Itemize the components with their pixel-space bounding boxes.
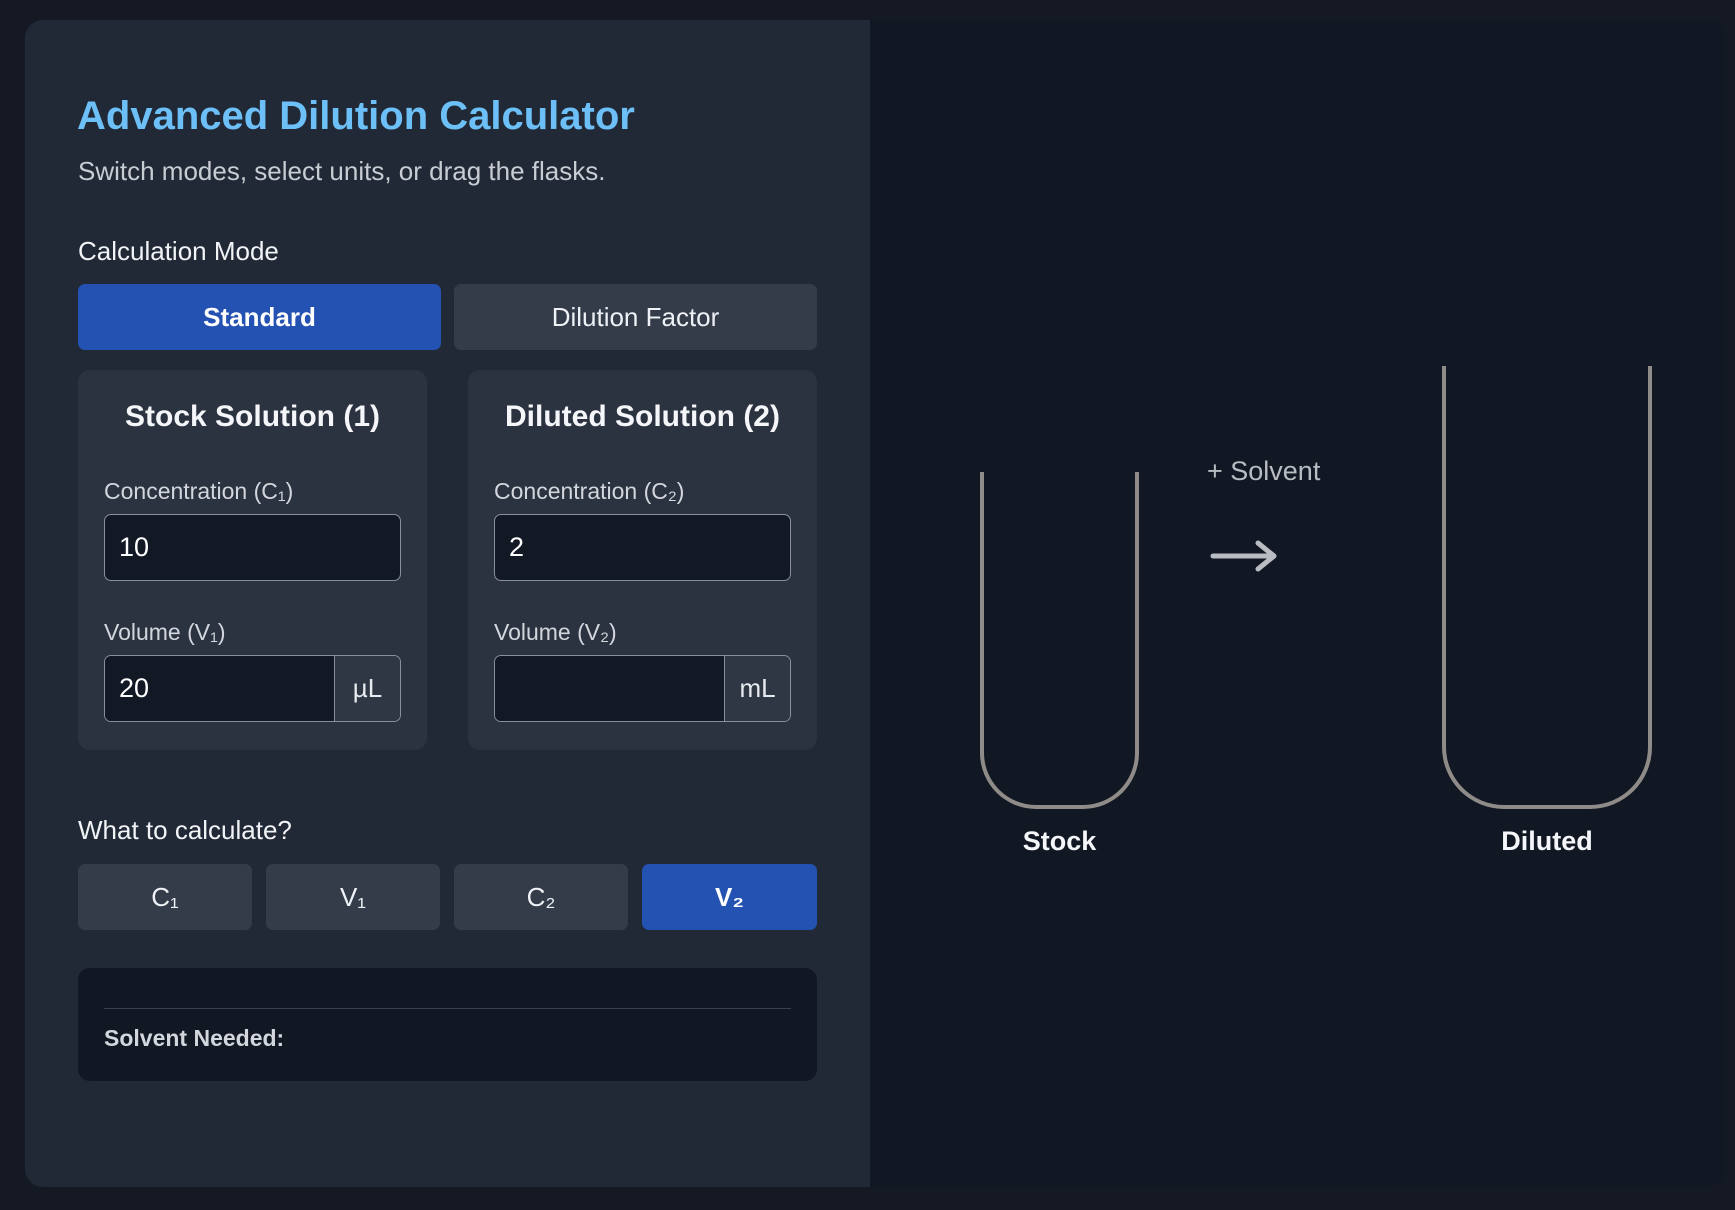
stock-solution-title: Stock Solution (1) (125, 400, 380, 433)
stock-flask-label: Stock (1022, 826, 1097, 856)
result-box: Solvent Needed: (78, 968, 817, 1081)
calculate-c2-button[interactable]: C₂ (454, 864, 628, 930)
solvent-needed-label: Solvent Needed: (104, 1025, 285, 1051)
stock-volume-unit-select[interactable]: µL (334, 656, 400, 721)
stock-volume-field: µL (104, 655, 401, 722)
solvent-text: + Solvent (1207, 456, 1321, 486)
diluted-concentration-input[interactable] (494, 514, 791, 581)
calculation-mode-label: Calculation Mode (78, 236, 279, 266)
diluted-solution-title: Diluted Solution (2) (505, 400, 780, 433)
app-window: Advanced Dilution Calculator Switch mode… (25, 20, 1725, 1187)
diluted-volume-label: Volume (V₂) (494, 619, 617, 645)
calculate-c1-button[interactable]: C₁ (78, 864, 252, 930)
page-title: Advanced Dilution Calculator (77, 94, 635, 138)
diluted-flask-label: Diluted (1501, 826, 1593, 856)
stock-solution-card: Stock Solution (1) Concentration (C₁) Vo… (78, 370, 427, 750)
diluted-volume-field: mL (494, 655, 791, 722)
diluted-flask[interactable] (1442, 366, 1652, 809)
calculator-panel: Advanced Dilution Calculator Switch mode… (25, 20, 870, 1187)
mode-dilution-factor-button[interactable]: Dilution Factor (454, 284, 817, 350)
stock-volume-label: Volume (V₁) (104, 619, 226, 645)
page-subtitle: Switch modes, select units, or drag the … (78, 156, 606, 186)
diluted-concentration-label: Concentration (C₂) (494, 478, 685, 504)
stock-volume-input[interactable] (105, 656, 334, 721)
what-to-calculate-label: What to calculate? (78, 815, 292, 845)
result-divider (104, 1008, 791, 1009)
stock-flask[interactable] (980, 472, 1139, 809)
diluted-volume-input[interactable] (495, 656, 724, 721)
stock-concentration-label: Concentration (C₁) (104, 478, 294, 504)
diluted-volume-unit-select[interactable]: mL (724, 656, 790, 721)
right-arrow-icon (1210, 540, 1277, 572)
diluted-solution-card: Diluted Solution (2) Concentration (C₂) … (468, 370, 817, 750)
flask-visualization: Stock + Solvent Diluted (870, 20, 1725, 1187)
calculate-v1-button[interactable]: V₁ (266, 864, 440, 930)
stock-concentration-input[interactable] (104, 514, 401, 581)
calculate-v2-button[interactable]: V₂ (642, 864, 817, 930)
mode-standard-button[interactable]: Standard (78, 284, 441, 350)
